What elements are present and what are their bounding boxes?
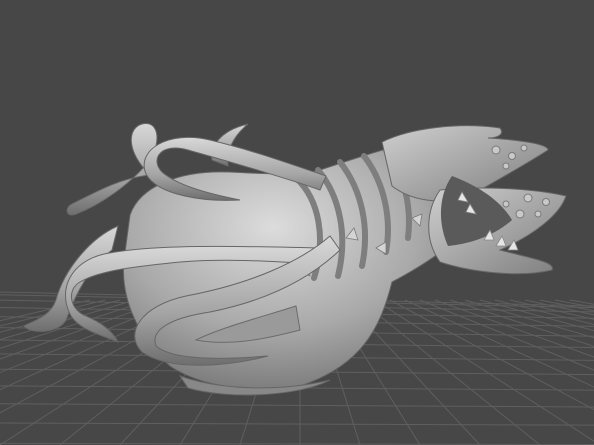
grid-line <box>0 442 594 445</box>
creature-model[interactable] <box>23 123 567 396</box>
grid-line <box>419 299 594 371</box>
grid-line <box>494 299 594 326</box>
grid-line <box>0 403 594 408</box>
grid-line <box>449 299 594 347</box>
grid-line <box>464 299 594 339</box>
grid-line <box>0 422 594 426</box>
3d-viewport[interactable] <box>0 0 594 445</box>
grid-line <box>434 299 594 358</box>
viewport-canvas[interactable] <box>0 0 594 445</box>
